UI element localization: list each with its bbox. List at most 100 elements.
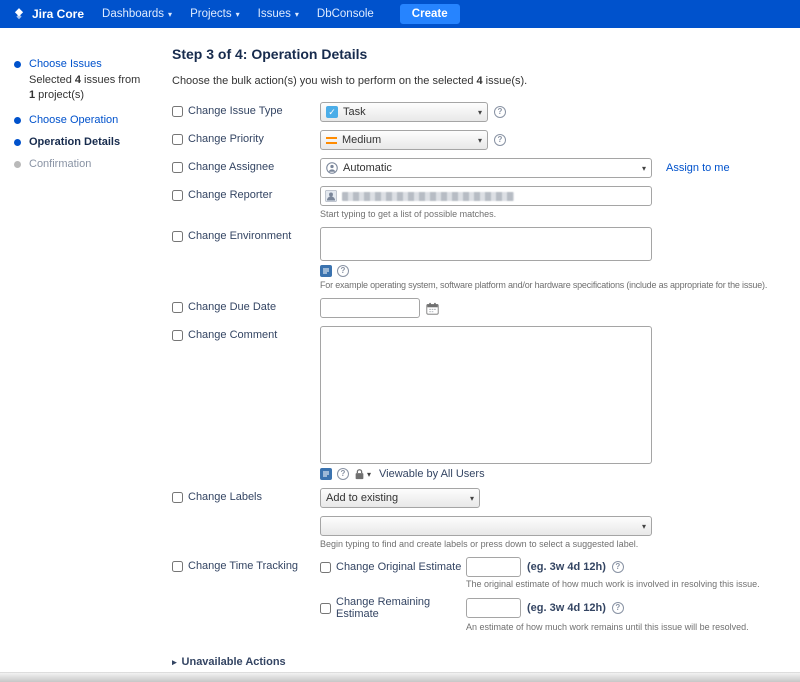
due-date-input[interactable] — [320, 298, 420, 318]
labels-mode-select[interactable]: Add to existing ▾ — [320, 488, 480, 508]
change-due-date-checkbox[interactable] — [172, 302, 183, 313]
change-labels-checkbox[interactable] — [172, 492, 183, 503]
form-row-environment: Change Environment ? For example operati… — [172, 227, 800, 290]
wiki-renderer-icon[interactable] — [320, 468, 332, 480]
change-time-tracking-checkbox[interactable] — [172, 561, 183, 572]
intro-text: Choose the bulk action(s) you wish to pe… — [172, 75, 800, 87]
original-estimate-example: (eg. 3w 4d 12h) — [527, 561, 606, 573]
change-assignee-checkbox[interactable] — [172, 162, 183, 173]
form-row-issue-type: Change Issue Type ✓ Task ▾ ? — [172, 102, 800, 122]
chevron-down-icon: ▾ — [642, 164, 646, 173]
operation-details-panel: Step 3 of 4: Operation Details Choose th… — [172, 28, 800, 672]
calendar-picker-button[interactable] — [426, 302, 439, 315]
help-icon[interactable]: ? — [494, 106, 506, 118]
help-icon[interactable]: ? — [612, 602, 624, 614]
remaining-estimate-example: (eg. 3w 4d 12h) — [527, 602, 606, 614]
change-reporter-checkbox[interactable] — [172, 190, 183, 201]
change-time-tracking-label: Change Time Tracking — [188, 560, 298, 572]
assignee-select[interactable]: Automatic ▾ — [320, 158, 652, 178]
environment-textarea[interactable] — [320, 227, 652, 261]
step-choose-operation: Choose Operation — [14, 114, 165, 126]
original-estimate-description: The original estimate of how much work i… — [466, 579, 760, 589]
labels-picker-select[interactable]: ▾ — [320, 516, 652, 536]
collapsed-caret-icon: ▸ — [172, 657, 177, 668]
change-priority-checkbox[interactable] — [172, 134, 183, 145]
chevron-down-icon: ▾ — [642, 522, 646, 531]
task-type-icon: ✓ — [326, 106, 338, 118]
priority-select[interactable]: Medium ▾ — [320, 130, 488, 150]
form-row-comment: Change Comment ? ▾ Viewable by All Users — [172, 326, 800, 480]
wizard-steps-sidebar: Choose Issues Selected 4 issues from 1 p… — [0, 28, 165, 180]
automatic-assignee-icon — [326, 162, 338, 174]
lock-icon — [354, 468, 365, 480]
main-menu: Dashboards ▾ Projects ▾ Issues ▾ DbConso… — [102, 8, 374, 20]
reporter-hint: Start typing to get a list of possible m… — [320, 209, 496, 219]
selected-issues-summary: Selected 4 issues from 1 project(s) — [29, 73, 149, 104]
help-icon[interactable]: ? — [612, 561, 624, 573]
step-choose-operation-link[interactable]: Choose Operation — [29, 114, 118, 126]
form-row-due-date: Change Due Date — [172, 298, 800, 318]
help-icon[interactable]: ? — [494, 134, 506, 146]
assign-to-me-link[interactable]: Assign to me — [666, 162, 730, 174]
chevron-down-icon: ▾ — [470, 494, 474, 503]
change-remaining-estimate-checkbox[interactable] — [320, 603, 331, 614]
help-icon[interactable]: ? — [337, 468, 349, 480]
chevron-down-icon: ▾ — [367, 470, 371, 479]
chevron-down-icon: ▾ — [295, 10, 299, 19]
jira-logo-icon — [12, 7, 26, 21]
step-confirmation-label: Confirmation — [29, 158, 91, 170]
create-button[interactable]: Create — [400, 4, 460, 24]
page-title: Step 3 of 4: Operation Details — [172, 46, 800, 62]
top-navbar: Jira Core Dashboards ▾ Projects ▾ Issues… — [0, 0, 800, 28]
nav-dashboards[interactable]: Dashboards ▾ — [102, 8, 172, 20]
nav-dbconsole[interactable]: DbConsole — [317, 8, 374, 20]
change-original-estimate-label: Change Original Estimate — [336, 561, 461, 573]
remaining-estimate-row: Change Remaining Estimate (eg. 3w 4d 12h… — [320, 596, 749, 632]
change-reporter-label: Change Reporter — [188, 189, 272, 201]
remaining-estimate-input[interactable] — [466, 598, 521, 618]
step-bullet-icon — [14, 139, 21, 146]
nav-dashboards-label: Dashboards — [102, 8, 164, 20]
remaining-estimate-description: An estimate of how much work remains unt… — [466, 622, 749, 632]
wiki-renderer-icon[interactable] — [320, 265, 332, 277]
priority-medium-icon — [326, 137, 337, 144]
step-bullet-icon — [14, 161, 21, 168]
chevron-down-icon: ▾ — [236, 10, 240, 19]
change-original-estimate-checkbox[interactable] — [320, 562, 331, 573]
step-choose-issues-link[interactable]: Choose Issues — [29, 58, 102, 70]
issue-type-value: Task — [343, 106, 366, 118]
change-environment-label: Change Environment — [188, 230, 291, 242]
form-row-time-tracking: Change Time Tracking Change Original Est… — [172, 557, 800, 639]
change-assignee-label: Change Assignee — [188, 161, 274, 173]
unavailable-actions-toggle[interactable]: ▸ Unavailable Actions — [172, 656, 800, 668]
change-issue-type-checkbox[interactable] — [172, 106, 183, 117]
nav-projects[interactable]: Projects ▾ — [190, 8, 240, 20]
comment-textarea[interactable] — [320, 326, 652, 464]
environment-description: For example operating system, software p… — [320, 280, 767, 290]
user-avatar-icon — [325, 190, 337, 202]
change-labels-label: Change Labels — [188, 491, 262, 503]
nav-projects-label: Projects — [190, 8, 232, 20]
comment-visibility-button[interactable]: ▾ — [354, 468, 371, 480]
change-comment-checkbox[interactable] — [172, 330, 183, 341]
brand-home-link[interactable]: Jira Core — [12, 7, 84, 21]
help-icon[interactable]: ? — [337, 265, 349, 277]
nav-dbconsole-label: DbConsole — [317, 8, 374, 20]
change-priority-label: Change Priority — [188, 133, 264, 145]
change-issue-type-label: Change Issue Type — [188, 105, 283, 117]
step-operation-details: Operation Details — [14, 136, 165, 148]
form-row-priority: Change Priority Medium ▾ ? — [172, 130, 800, 150]
issue-type-select[interactable]: ✓ Task ▾ — [320, 102, 488, 122]
form-row-assignee: Change Assignee Automatic ▾ Assign to me — [172, 158, 800, 178]
change-environment-checkbox[interactable] — [172, 231, 183, 242]
reporter-input[interactable] — [320, 186, 652, 206]
brand-name: Jira Core — [32, 7, 84, 21]
change-comment-label: Change Comment — [188, 329, 277, 341]
nav-issues-label: Issues — [258, 8, 291, 20]
unavailable-actions-label: Unavailable Actions — [182, 656, 286, 668]
form-row-labels: Change Labels Add to existing ▾ ▾ Begin … — [172, 488, 800, 549]
calendar-icon — [426, 302, 439, 315]
nav-issues[interactable]: Issues ▾ — [258, 8, 299, 20]
comment-visibility-value: Viewable by All Users — [379, 468, 485, 480]
original-estimate-input[interactable] — [466, 557, 521, 577]
